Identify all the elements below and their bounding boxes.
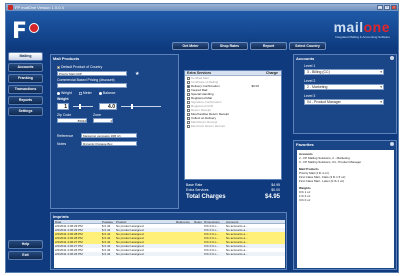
imprints-title: Imprints [53,214,69,219]
brand-tagline: Integrated Mailing & Accounting Software [335,35,390,39]
table-cell: 2/2/2011 4:06:26 PM [55,252,83,256]
table-cell [176,252,194,256]
column-header[interactable]: Date [54,220,102,223]
extra-service-label: Electronic Return Receipt [191,124,226,128]
title-bar: FP mailOne Version 1.0.0.4 _ □ × [6,4,398,11]
app-icon [8,5,13,10]
imprints-panel: Imprints Date Postage Product Reference Note… [50,212,287,270]
fp-logo: F [12,21,39,43]
commercial-label: Commercial Based Pricing (discount) [57,78,115,82]
favorite-item[interactable]: 3 - FP Mailing Solutions, 04 - Product M… [299,160,392,164]
column-header[interactable]: Postage [102,220,116,223]
minimize-icon[interactable]: _ [377,5,383,10]
column-header[interactable]: Dimensions [204,220,226,223]
favorite-item[interactable]: First Class Mail - Letter (0 lb 1 oz) [299,179,392,183]
favorites-panel: Favorites Accounts 2 - FP Mailing Solutio… [293,140,397,270]
weight-radio[interactable]: Weight [57,91,72,95]
level-3-select[interactable]: 04 - Product Manager [304,99,384,105]
balance-radio[interactable]: Balance [98,91,115,95]
imprints-table: Date Postage Product Reference Notes Dimensio… [54,220,285,268]
accounts-panel: Accounts Level 1 3 - Billing (CC) Level … [293,54,397,134]
default-product-checkbox[interactable]: Default Product of Country [57,65,102,69]
sidebar: Mailing Accounts Franking Transactions R… [8,52,44,272]
sidebar-item-accounts[interactable]: Accounts [8,63,43,72]
header-toolbar: Get Meter Shop Rates Report Select Count… [172,42,326,50]
column-header[interactable]: Notes [194,220,204,223]
zip-input[interactable]: 85032 [57,118,87,123]
meter-radio[interactable]: Meter [78,91,92,95]
help-button[interactable]: Help [8,240,43,249]
total-charges-label: Total Charges [186,194,226,200]
weight-mode-group: Weight Meter Balance [57,91,115,95]
report-button[interactable]: Report [250,42,287,50]
table-cell: $ 0.44 [102,252,111,256]
extra-service-checkbox[interactable] [187,124,190,128]
zip-label: Zip Code [57,113,72,117]
brand: mailone Integrated Mailing & Accounting … [334,20,390,39]
product-select[interactable]: Priority Mail CDP [57,71,127,76]
level-2-select[interactable]: 2 - Marketing [304,84,384,90]
table-cell: No accounts a... [226,252,248,256]
close-icon[interactable]: × [391,5,397,10]
window-controls: _ □ × [377,5,397,10]
sidebar-bottom: Help Exit [8,240,43,262]
select-country-button[interactable]: Select Country [289,42,326,50]
sidebar-item-franking[interactable]: Franking [8,74,43,83]
sidebar-item-mailing[interactable]: Mailing [8,52,43,61]
reference-label: Reference [57,134,74,138]
table-cell: 0 lb 0.0 o... [204,252,219,256]
extra-services-total-label: Extra Services [186,188,209,192]
column-header[interactable]: Accounts [226,220,266,223]
ounces-input[interactable]: 4.0 [99,103,117,110]
favorites-title: Favorites [296,142,314,147]
base-rate-label: Base Rate [186,183,203,187]
sidebar-item-settings[interactable]: Settings [8,107,43,116]
pin-icon[interactable] [390,56,394,60]
app-window: FP mailOne Version 1.0.0.4 _ □ × F mailo… [5,3,399,273]
extra-services-total-value: $0.00 [271,188,280,192]
favorites-list: Accounts 2 - FP Mailing Solutions, 2 - Ma… [297,150,394,268]
pounds-slider[interactable] [73,104,93,109]
imprints-body: 2/2/2011 4:06:29 PM $ 0.44 No product assi… [54,224,285,256]
level-2-label: Level 2 [304,79,316,83]
commercial-select[interactable] [57,83,127,88]
product-star-icon[interactable]: ★ [135,71,139,77]
extra-services-list: Extra Services Charge Certified Mail Certi… [184,70,282,180]
column-header[interactable]: Reference [176,220,194,223]
favorite-item[interactable]: 3 lb 0 oz [299,198,392,202]
app-header: F mailone Integrated Mailing & Accountin… [6,11,398,50]
mail-products-title: Mail Products [53,56,80,61]
level-1-select[interactable]: 3 - Billing (CC) [304,69,384,75]
reference-input[interactable]: Marketing campaign #2B (2) [81,133,137,138]
zone-label: Zone [93,113,101,117]
base-rate-value: $4.95 [271,183,280,187]
total-charges-value: $4.95 [264,194,280,200]
extra-services-rows: Certified Mail Certificate of Mailing Deli… [185,76,281,128]
accounts-title: Accounts [296,56,315,61]
charges-summary: Base Rate $4.95 Extra Services $0.00 Tot… [184,182,282,208]
zone-input[interactable]: 3 [93,118,113,123]
level-1-label: Level 1 [304,64,316,68]
table-cell [194,252,204,256]
pounds-input[interactable]: 1 [57,103,69,110]
table-cell: No product assigned [116,252,144,256]
close-favorites-icon[interactable] [390,142,394,146]
column-header[interactable]: Product [116,220,176,223]
sidebar-item-transactions[interactable]: Transactions [8,85,43,94]
window-title: FP mailOne Version 1.0.0.4 [15,5,64,10]
mail-products-panel: Mail Products Default Product of Country… [50,54,179,209]
level-3-label: Level 3 [304,94,316,98]
sidebar-item-reports[interactable]: Reports [8,96,43,105]
extra-service-item[interactable]: Electronic Return Receipt [185,124,281,128]
ounces-slider[interactable] [121,104,161,109]
weight-title: Weight [57,97,69,101]
maximize-icon[interactable]: □ [384,5,390,10]
exit-button[interactable]: Exit [8,251,43,260]
brand-name: mailone [333,19,390,35]
notes-input[interactable]: Dynamic Postage Box [81,141,137,146]
shop-rates-button[interactable]: Shop Rates [211,42,248,50]
get-meter-button[interactable]: Get Meter [172,42,209,50]
table-row[interactable]: 2/2/2011 4:06:26 PM $ 0.44 No product assi… [54,252,285,256]
notes-label: Notes [57,142,67,146]
